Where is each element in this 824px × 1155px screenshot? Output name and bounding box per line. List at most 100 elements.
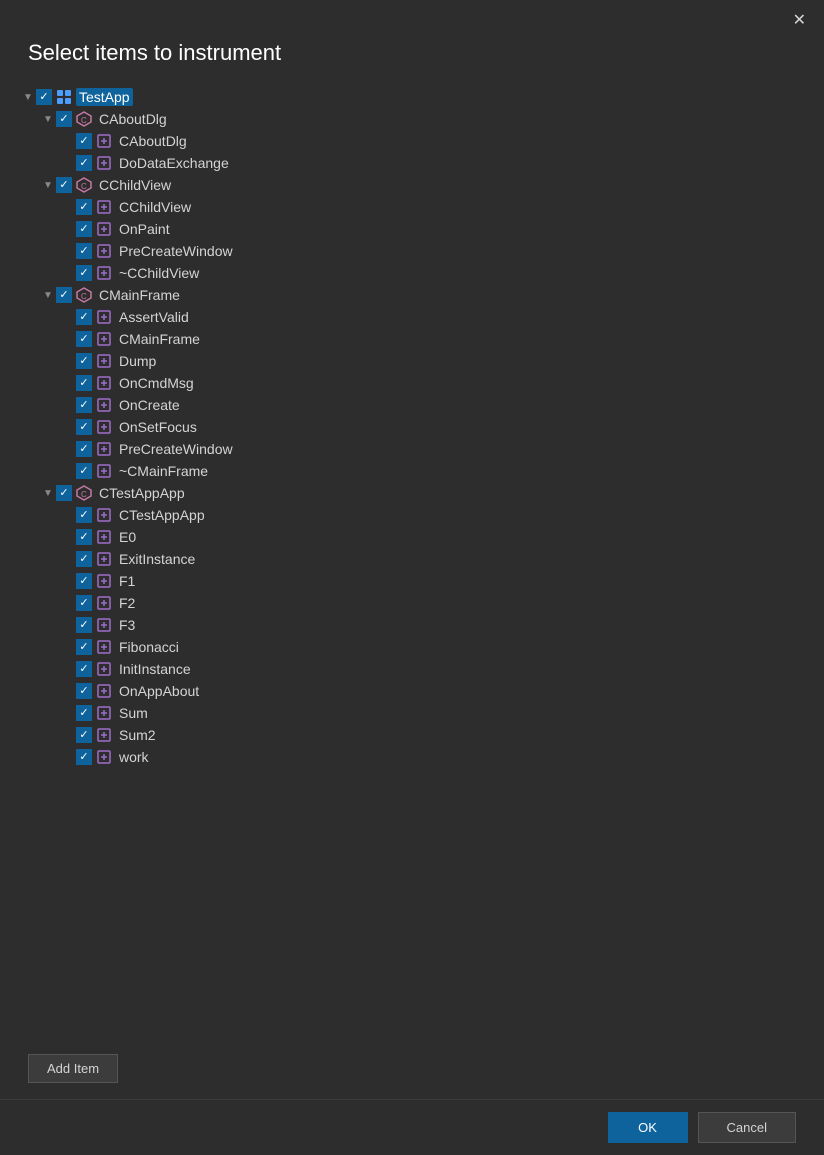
label-dodataexchange: DoDataExchange [116, 154, 232, 172]
checkbox-sum[interactable] [76, 705, 92, 721]
label-onappabout: OnAppAbout [116, 682, 202, 700]
tree-item-f1[interactable]: ▼ F1 [20, 570, 822, 592]
method-icon-initinstance [96, 661, 112, 677]
tree-item-precreatewindow-cmain[interactable]: ▼ PreCreateWindow [20, 438, 822, 460]
method-icon-onpaint [96, 221, 112, 237]
checkbox-cmainframe[interactable] [56, 287, 72, 303]
checkbox-initinstance[interactable] [76, 661, 92, 677]
checkbox-f2[interactable] [76, 595, 92, 611]
expander-cmainframe[interactable]: ▼ [40, 290, 56, 301]
class-icon-caboutdlg: C [76, 111, 92, 127]
checkbox-oncreate[interactable] [76, 397, 92, 413]
method-icon-e0 [96, 529, 112, 545]
checkbox-ctestappapp[interactable] [56, 485, 72, 501]
label-dtor-cmainframe: ~CMainFrame [116, 462, 211, 480]
checkbox-fibonacci[interactable] [76, 639, 92, 655]
checkbox-caboutdlg[interactable] [56, 111, 72, 127]
label-e0: E0 [116, 528, 139, 546]
checkbox-f3[interactable] [76, 617, 92, 633]
tree-item-oncreate[interactable]: ▼ OnCreate [20, 394, 822, 416]
checkbox-f1[interactable] [76, 573, 92, 589]
tree-item-oncmdmsg[interactable]: ▼ OnCmdMsg [20, 372, 822, 394]
expander-testapp[interactable]: ▼ [20, 92, 36, 103]
tree-item-onsetfocus[interactable]: ▼ OnSetFocus [20, 416, 822, 438]
tree-item-caboutdlg-ctor[interactable]: ▼ CAboutDlg [20, 130, 822, 152]
checkbox-cmainframe-ctor[interactable] [76, 331, 92, 347]
tree-item-testapp[interactable]: ▼ TestApp [20, 86, 822, 108]
close-button[interactable]: ✕ [787, 8, 812, 32]
tree-item-caboutdlg[interactable]: ▼ C CAboutDlg [20, 108, 822, 130]
tree-item-initinstance[interactable]: ▼ InitInstance [20, 658, 822, 680]
method-icon-dump [96, 353, 112, 369]
label-cmainframe: CMainFrame [96, 286, 183, 304]
checkbox-precreatewindow-cmain[interactable] [76, 441, 92, 457]
tree-item-sum2[interactable]: ▼ Sum2 [20, 724, 822, 746]
checkbox-work[interactable] [76, 749, 92, 765]
tree-item-assertvalid[interactable]: ▼ AssertValid [20, 306, 822, 328]
checkbox-dump[interactable] [76, 353, 92, 369]
tree-item-f3[interactable]: ▼ F3 [20, 614, 822, 636]
label-onpaint: OnPaint [116, 220, 173, 238]
tree-item-fibonacci[interactable]: ▼ Fibonacci [20, 636, 822, 658]
method-icon-onappabout [96, 683, 112, 699]
checkbox-onsetfocus[interactable] [76, 419, 92, 435]
checkbox-cchildview[interactable] [56, 177, 72, 193]
svg-text:C: C [81, 490, 87, 499]
tree-item-f2[interactable]: ▼ F2 [20, 592, 822, 614]
label-sum: Sum [116, 704, 151, 722]
tree-item-e0[interactable]: ▼ E0 [20, 526, 822, 548]
label-caboutdlg-ctor: CAboutDlg [116, 132, 190, 150]
method-icon-dodataexchange [96, 155, 112, 171]
expander-cchildview[interactable]: ▼ [40, 180, 56, 191]
label-cchildview-ctor: CChildView [116, 198, 194, 216]
add-item-button[interactable]: Add Item [28, 1054, 118, 1083]
checkbox-ctestappapp-ctor[interactable] [76, 507, 92, 523]
tree-item-sum[interactable]: ▼ Sum [20, 702, 822, 724]
tree-item-precreatewindow-cchild[interactable]: ▼ PreCreateWindow [20, 240, 822, 262]
checkbox-testapp[interactable] [36, 89, 52, 105]
checkbox-sum2[interactable] [76, 727, 92, 743]
checkbox-caboutdlg-ctor[interactable] [76, 133, 92, 149]
method-icon-caboutdlg-ctor [96, 133, 112, 149]
ok-button[interactable]: OK [608, 1112, 688, 1143]
checkbox-dtor-cchildview[interactable] [76, 265, 92, 281]
cancel-button[interactable]: Cancel [698, 1112, 796, 1143]
label-work: work [116, 748, 152, 766]
method-icon-cmainframe-ctor [96, 331, 112, 347]
tree-item-dodataexchange[interactable]: ▼ DoDataExchange [20, 152, 822, 174]
checkbox-precreatewindow-cchild[interactable] [76, 243, 92, 259]
label-ctestappapp-ctor: CTestAppApp [116, 506, 208, 524]
checkbox-onappabout[interactable] [76, 683, 92, 699]
expander-caboutdlg[interactable]: ▼ [40, 114, 56, 125]
method-icon-fibonacci [96, 639, 112, 655]
tree-item-dump[interactable]: ▼ Dump [20, 350, 822, 372]
checkbox-onpaint[interactable] [76, 221, 92, 237]
expander-ctestappapp[interactable]: ▼ [40, 488, 56, 499]
checkbox-e0[interactable] [76, 529, 92, 545]
checkbox-oncmdmsg[interactable] [76, 375, 92, 391]
tree-item-cmainframe[interactable]: ▼ C CMainFrame [20, 284, 822, 306]
label-testapp: TestApp [76, 88, 133, 106]
tree-item-onappabout[interactable]: ▼ OnAppAbout [20, 680, 822, 702]
tree-item-cmainframe-ctor[interactable]: ▼ CMainFrame [20, 328, 822, 350]
checkbox-exitinstance[interactable] [76, 551, 92, 567]
method-icon-ctestappapp-ctor [96, 507, 112, 523]
tree-item-dtor-cmainframe[interactable]: ▼ ~CMainFrame [20, 460, 822, 482]
tree-item-cchildview[interactable]: ▼ C CChildView [20, 174, 822, 196]
label-cchildview: CChildView [96, 176, 174, 194]
checkbox-assertvalid[interactable] [76, 309, 92, 325]
tree-item-ctestappapp[interactable]: ▼ C CTestAppApp [20, 482, 822, 504]
label-fibonacci: Fibonacci [116, 638, 182, 656]
tree-container[interactable]: ▼ TestApp ▼ C CAboutDlg ▼ CAboutDlg [0, 82, 822, 1038]
tree-item-onpaint[interactable]: ▼ OnPaint [20, 218, 822, 240]
label-f3: F3 [116, 616, 138, 634]
class-icon-ctestappapp: C [76, 485, 92, 501]
tree-item-ctestappapp-ctor[interactable]: ▼ CTestAppApp [20, 504, 822, 526]
tree-item-dtor-cchildview[interactable]: ▼ ~CChildView [20, 262, 822, 284]
checkbox-dodataexchange[interactable] [76, 155, 92, 171]
checkbox-dtor-cmainframe[interactable] [76, 463, 92, 479]
checkbox-cchildview-ctor[interactable] [76, 199, 92, 215]
tree-item-cchildview-ctor[interactable]: ▼ CChildView [20, 196, 822, 218]
tree-item-work[interactable]: ▼ work [20, 746, 822, 768]
tree-item-exitinstance[interactable]: ▼ ExitInstance [20, 548, 822, 570]
